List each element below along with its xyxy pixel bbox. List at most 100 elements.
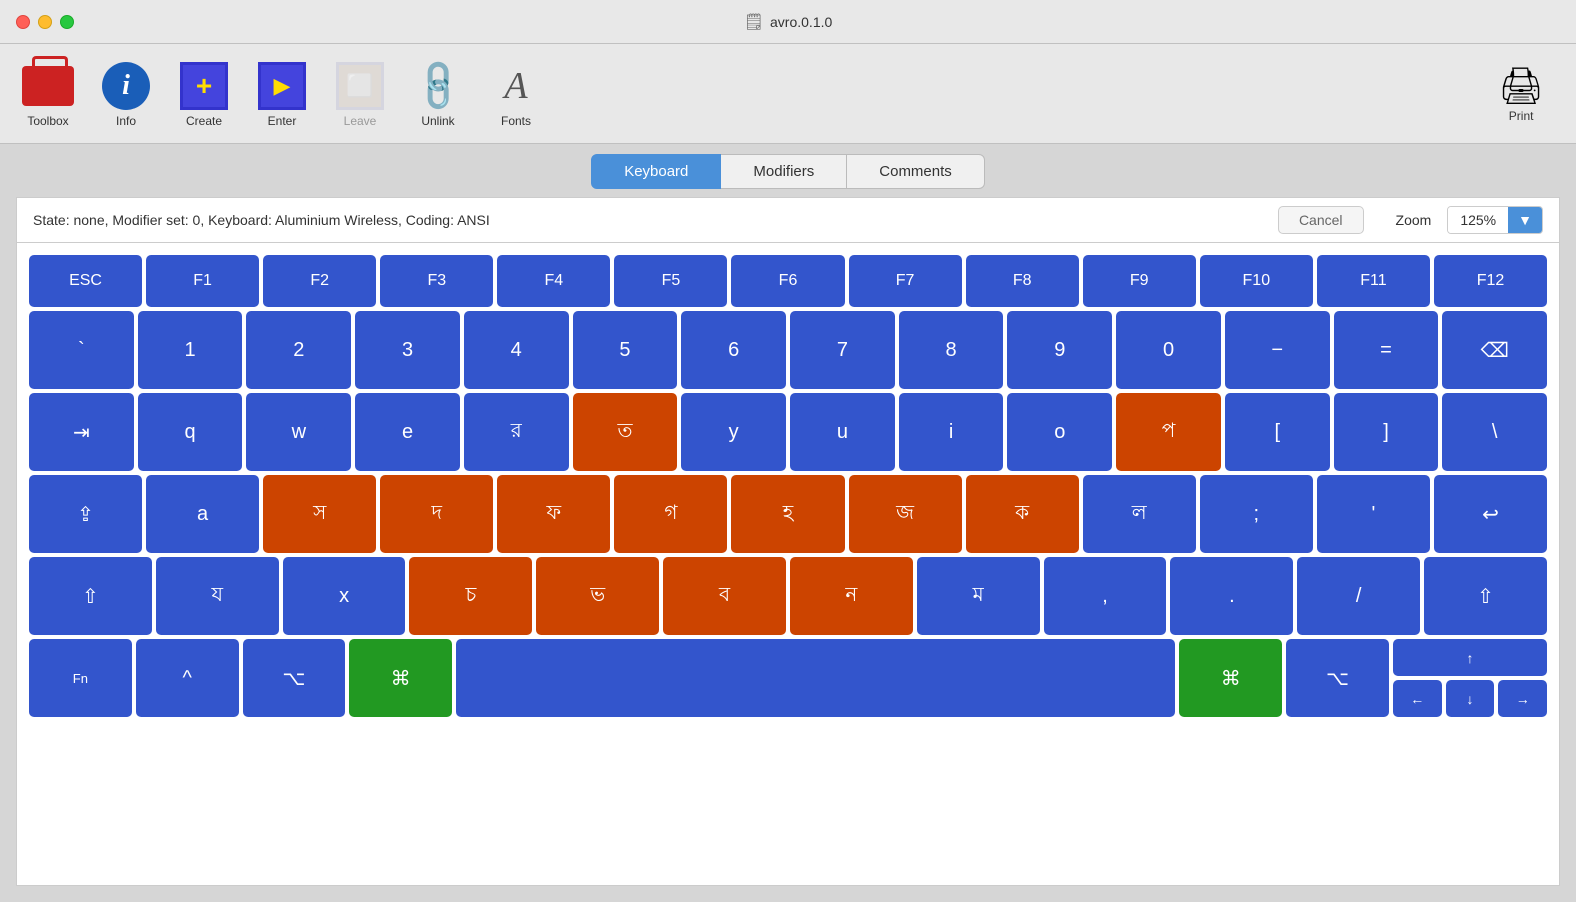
key-u[interactable]: u xyxy=(790,393,895,471)
bottom-row: Fn ^ ⌥ ⌘ ⌘ ⌥ ↑ ← ↓ → xyxy=(29,639,1547,717)
key-n-bengali[interactable]: ন xyxy=(790,557,913,635)
key-return[interactable]: ↩ xyxy=(1434,475,1547,553)
key-arrow-left[interactable]: ← xyxy=(1393,680,1442,717)
key-shift-right[interactable]: ⇧ xyxy=(1424,557,1547,635)
key-f-bengali[interactable]: ফ xyxy=(497,475,610,553)
key-r-bengali[interactable]: র xyxy=(464,393,569,471)
key-f1[interactable]: F1 xyxy=(146,255,259,307)
key-ctrl[interactable]: ^ xyxy=(136,639,239,717)
key-i[interactable]: i xyxy=(899,393,1004,471)
key-0[interactable]: 0 xyxy=(1116,311,1221,389)
cancel-button[interactable]: Cancel xyxy=(1278,206,1364,234)
zoom-dropdown-icon[interactable]: ▼ xyxy=(1508,207,1542,233)
key-f10[interactable]: F10 xyxy=(1200,255,1313,307)
key-slash[interactable]: / xyxy=(1297,557,1420,635)
key-o[interactable]: o xyxy=(1007,393,1112,471)
key-f5[interactable]: F5 xyxy=(614,255,727,307)
key-7[interactable]: 7 xyxy=(790,311,895,389)
key-h-bengali[interactable]: হ xyxy=(731,475,844,553)
enter-button[interactable]: Enter xyxy=(244,54,320,134)
key-x[interactable]: x xyxy=(283,557,406,635)
key-k-bengali[interactable]: ক xyxy=(966,475,1079,553)
key-bracket-open[interactable]: [ xyxy=(1225,393,1330,471)
key-period[interactable]: . xyxy=(1170,557,1293,635)
key-esc[interactable]: ESC xyxy=(29,255,142,307)
zoom-select[interactable]: 125% ▼ xyxy=(1447,206,1543,234)
key-option-left[interactable]: ⌥ xyxy=(243,639,346,717)
key-l-bengali[interactable]: ল xyxy=(1083,475,1196,553)
key-2[interactable]: 2 xyxy=(246,311,351,389)
key-d-bengali[interactable]: দ xyxy=(380,475,493,553)
key-g-bengali[interactable]: গ xyxy=(614,475,727,553)
key-fn[interactable]: Fn xyxy=(29,639,132,717)
close-button[interactable] xyxy=(16,15,30,29)
key-quote[interactable]: ' xyxy=(1317,475,1430,553)
key-equals[interactable]: = xyxy=(1334,311,1439,389)
key-minus[interactable]: − xyxy=(1225,311,1330,389)
key-8[interactable]: 8 xyxy=(899,311,1004,389)
tab-modifiers[interactable]: Modifiers xyxy=(721,154,847,189)
key-cmd-left[interactable]: ⌘ xyxy=(349,639,452,717)
key-f11[interactable]: F11 xyxy=(1317,255,1430,307)
key-c-bengali[interactable]: চ xyxy=(409,557,532,635)
create-button[interactable]: Create xyxy=(166,54,242,134)
key-comma[interactable]: , xyxy=(1044,557,1167,635)
key-tab[interactable]: ⇥ xyxy=(29,393,134,471)
key-semicolon[interactable]: ; xyxy=(1200,475,1313,553)
key-backtick[interactable]: ` xyxy=(29,311,134,389)
key-f3[interactable]: F3 xyxy=(380,255,493,307)
key-z-bengali[interactable]: য xyxy=(156,557,279,635)
key-f9[interactable]: F9 xyxy=(1083,255,1196,307)
window-controls[interactable] xyxy=(16,15,74,29)
key-j-bengali[interactable]: জ xyxy=(849,475,962,553)
key-bracket-close[interactable]: ] xyxy=(1334,393,1439,471)
toolbox-label: Toolbox xyxy=(27,114,68,128)
key-shift-left[interactable]: ⇧ xyxy=(29,557,152,635)
key-b-bengali[interactable]: ব xyxy=(663,557,786,635)
key-caps[interactable]: ⇪ xyxy=(29,475,142,553)
maximize-button[interactable] xyxy=(60,15,74,29)
leave-button[interactable]: Leave xyxy=(322,54,398,134)
minimize-button[interactable] xyxy=(38,15,52,29)
key-v-bengali[interactable]: ভ xyxy=(536,557,659,635)
key-option-right[interactable]: ⌥ xyxy=(1286,639,1389,717)
key-1[interactable]: 1 xyxy=(138,311,243,389)
key-f6[interactable]: F6 xyxy=(731,255,844,307)
print-button[interactable]: 🖨 Print xyxy=(1486,59,1556,129)
tab-comments[interactable]: Comments xyxy=(847,154,985,189)
toolbox-button[interactable]: Toolbox xyxy=(10,54,86,134)
key-t-bengali[interactable]: ত xyxy=(573,393,678,471)
key-p-bengali[interactable]: প xyxy=(1116,393,1221,471)
fonts-button[interactable]: A Fonts xyxy=(478,54,554,134)
key-q[interactable]: q xyxy=(138,393,243,471)
key-arrow-down[interactable]: ↓ xyxy=(1446,680,1495,717)
key-9[interactable]: 9 xyxy=(1007,311,1112,389)
key-5[interactable]: 5 xyxy=(573,311,678,389)
leave-icon xyxy=(334,60,386,112)
info-button[interactable]: i Info xyxy=(88,54,164,134)
unlink-button[interactable]: 🔗 Unlink xyxy=(400,54,476,134)
titlebar: 🗒 avro.0.1.0 xyxy=(0,0,1576,44)
key-4[interactable]: 4 xyxy=(464,311,569,389)
key-backslash[interactable]: \ xyxy=(1442,393,1547,471)
print-icon: 🖨 xyxy=(1498,65,1544,107)
key-backspace[interactable]: ⌫ xyxy=(1442,311,1547,389)
key-arrow-right[interactable]: → xyxy=(1498,680,1547,717)
key-f2[interactable]: F2 xyxy=(263,255,376,307)
key-s-bengali[interactable]: স xyxy=(263,475,376,553)
key-e[interactable]: e xyxy=(355,393,460,471)
key-cmd-right[interactable]: ⌘ xyxy=(1179,639,1282,717)
key-w[interactable]: w xyxy=(246,393,351,471)
tab-keyboard[interactable]: Keyboard xyxy=(591,154,721,189)
key-6[interactable]: 6 xyxy=(681,311,786,389)
key-f7[interactable]: F7 xyxy=(849,255,962,307)
key-f8[interactable]: F8 xyxy=(966,255,1079,307)
key-a[interactable]: a xyxy=(146,475,259,553)
key-m-bengali[interactable]: ম xyxy=(917,557,1040,635)
key-arrow-up[interactable]: ↑ xyxy=(1393,639,1547,676)
key-y[interactable]: y xyxy=(681,393,786,471)
key-3[interactable]: 3 xyxy=(355,311,460,389)
key-f12[interactable]: F12 xyxy=(1434,255,1547,307)
key-space[interactable] xyxy=(456,639,1175,717)
key-f4[interactable]: F4 xyxy=(497,255,610,307)
